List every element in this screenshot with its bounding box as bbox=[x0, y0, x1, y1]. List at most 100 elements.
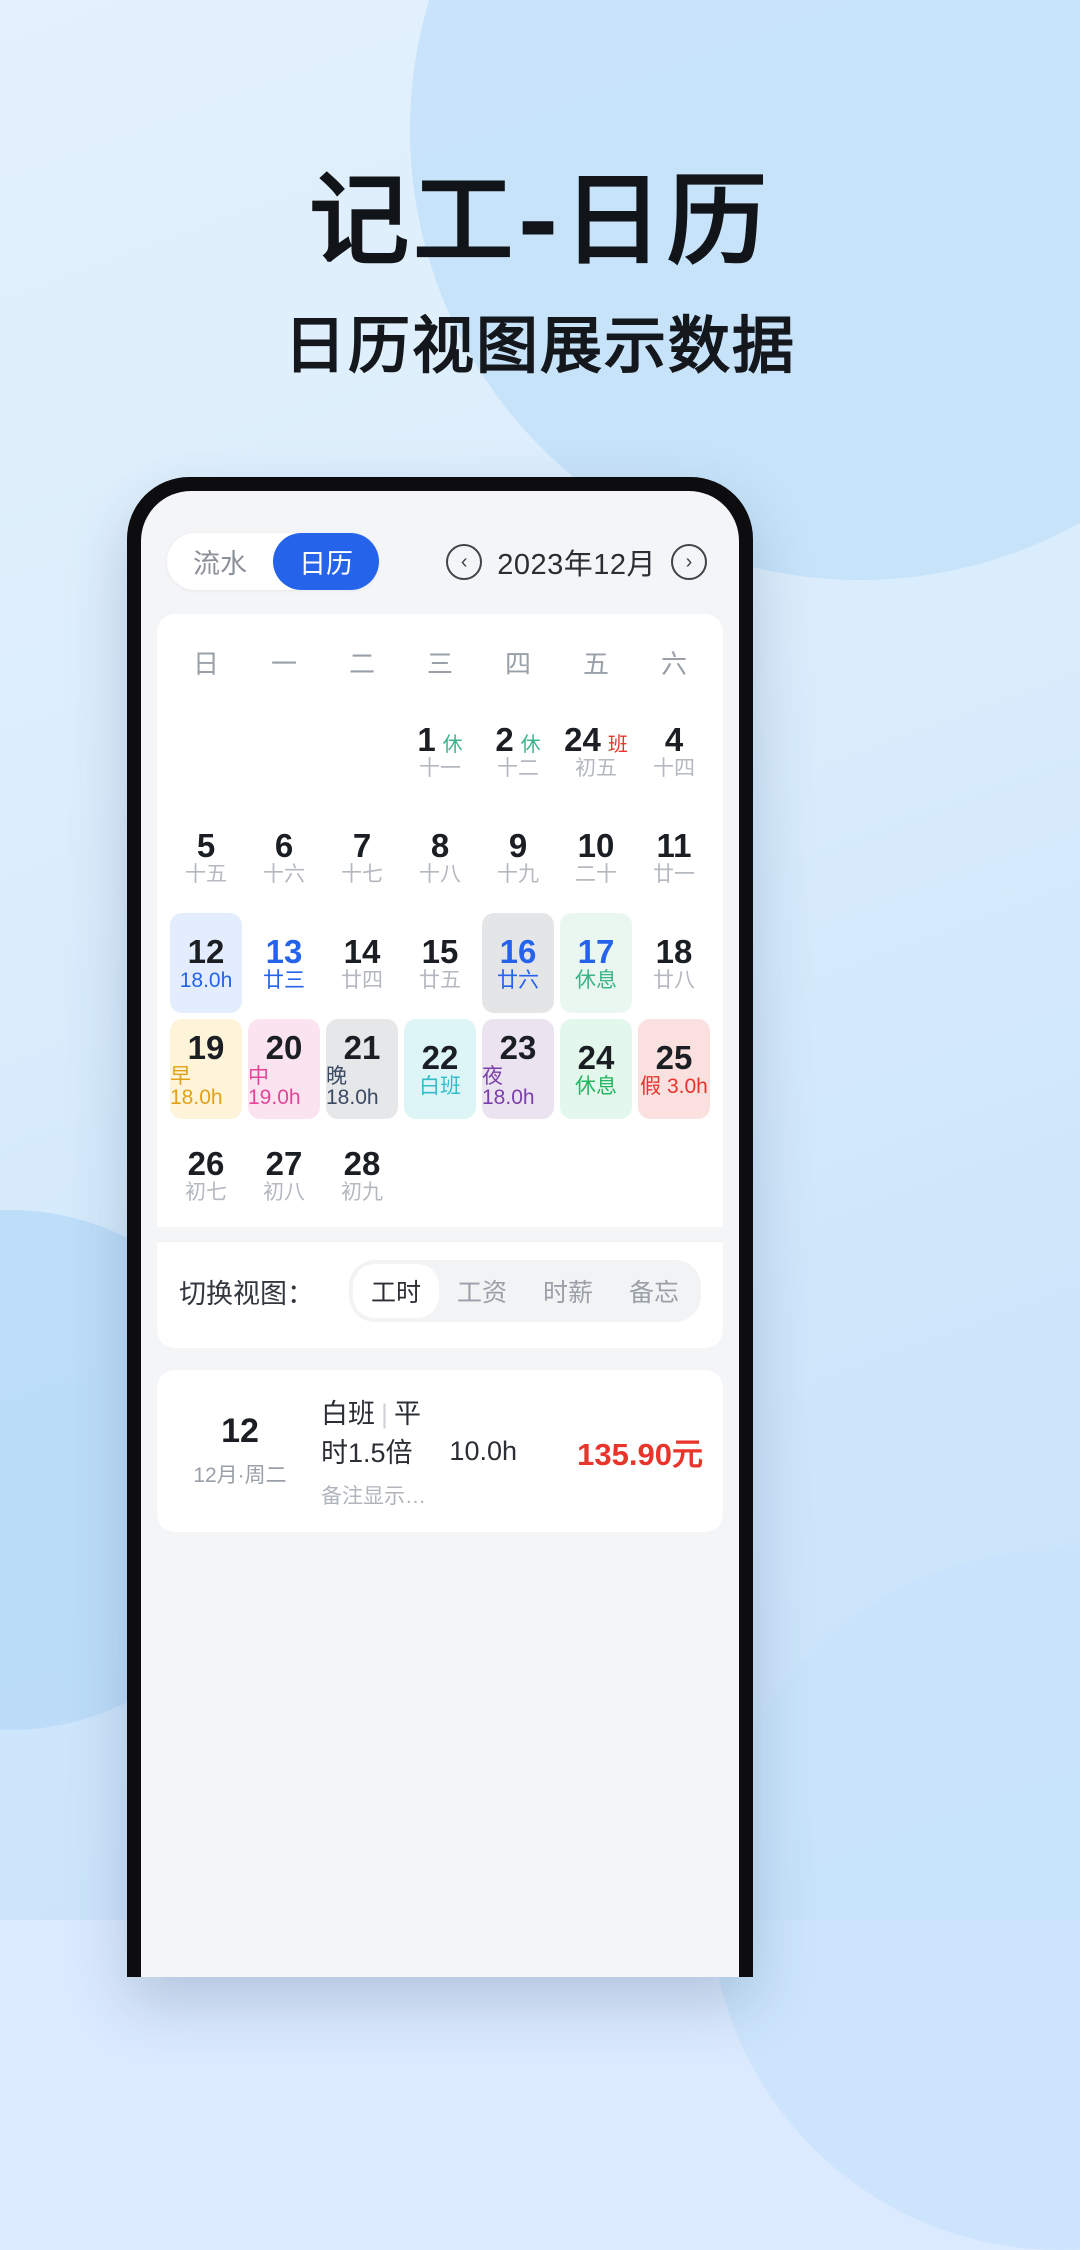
calendar-day-number-line: 7 bbox=[353, 829, 371, 862]
calendar-week-row: 1 休十一 2 休十二 24 班初五 4 十四 bbox=[167, 699, 713, 803]
calendar-day-cell[interactable]: 17 休息 bbox=[560, 913, 632, 1013]
calendar-day-cell[interactable]: 15 廿五 bbox=[404, 913, 476, 1013]
record-title-line: 白班 | 平时1.5倍 bbox=[321, 1392, 431, 1470]
calendar-week-row: 5 十五 6 十六 7 十七 8 十八 9 十九 10 二十 11 廿一 bbox=[167, 805, 713, 909]
calendar-day-number-line: 4 bbox=[665, 723, 683, 756]
calendar-day-number-line: 17 bbox=[578, 935, 615, 968]
calendar-day-number-line: 21 bbox=[344, 1031, 381, 1064]
record-details: 白班|平时1.5倍 备注显示在这里，最多一行... bbox=[321, 1392, 431, 1510]
calendar-day-number: 5 bbox=[196, 827, 216, 864]
calendar-grid[interactable]: 1 休十一 2 休十二 24 班初五 4 十四 5 十五 6 十六 7 十七 8 十八 9 十九 10 二十 11 廿一 1… bbox=[167, 699, 713, 1227]
calendar-day-number: 9 bbox=[508, 827, 528, 864]
calendar-day-number: 13 bbox=[265, 933, 303, 970]
record-day-number: 12 bbox=[221, 1412, 259, 1451]
calendar-day-empty bbox=[638, 1125, 710, 1225]
weekday-cell: 日 bbox=[192, 649, 219, 679]
calendar-day-cell[interactable]: 26 初七 bbox=[170, 1125, 242, 1225]
calendar-day-number: 1 bbox=[417, 721, 436, 758]
calendar-day-cell[interactable]: 24 休息 bbox=[560, 1019, 632, 1119]
calendar-day-number: 27 bbox=[265, 1145, 303, 1182]
calendar-day-number-line: 12 bbox=[188, 935, 225, 968]
calendar-day-sublabel: 廿四 bbox=[341, 969, 383, 992]
calendar-day-empty bbox=[560, 1125, 632, 1225]
calendar-day-cell[interactable]: 10 二十 bbox=[560, 807, 632, 907]
calendar-day-number: 21 bbox=[343, 1028, 381, 1066]
calendar-day-cell[interactable]: 19 早 18.0h bbox=[170, 1019, 242, 1119]
calendar-day-cell[interactable]: 18 廿八 bbox=[638, 913, 710, 1013]
weekday-cell: 六 bbox=[660, 649, 687, 679]
calendar-day-cell[interactable]: 16 廿六 bbox=[482, 913, 554, 1013]
calendar-day-number: 24 bbox=[577, 1039, 615, 1076]
view-switch-option[interactable]: 工时 bbox=[352, 1264, 439, 1318]
record-note: 备注显示在这里，最多一行... bbox=[321, 1485, 431, 1508]
calendar-day-number: 25 bbox=[655, 1039, 693, 1076]
view-switch-card: 切换视图： 工时 工资 时薪 备忘 bbox=[157, 1241, 723, 1348]
calendar-week-row: 26 初七 27 初八 28 初九 bbox=[167, 1123, 713, 1227]
calendar-day-cell[interactable]: 23 夜 18.0h bbox=[482, 1019, 554, 1119]
weekday-cell: 三 bbox=[426, 649, 453, 679]
calendar-day-cell[interactable]: 21 晚 18.0h bbox=[326, 1019, 398, 1119]
calendar-day-number: 24 bbox=[564, 721, 601, 758]
view-switch-option[interactable]: 工资 bbox=[439, 1264, 525, 1318]
calendar-day-cell[interactable]: 8 十八 bbox=[404, 807, 476, 907]
calendar-day-number-line: 9 bbox=[509, 829, 527, 862]
calendar-day-sublabel: 十八 bbox=[419, 863, 461, 886]
calendar-day-cell[interactable]: 25 假 3.0h bbox=[638, 1019, 710, 1119]
calendar-day-cell[interactable]: 27 初八 bbox=[248, 1125, 320, 1225]
segment-rili[interactable]: 日历 bbox=[273, 533, 379, 590]
record-shift-name: 白班 bbox=[321, 1399, 375, 1429]
calendar-day-number: 12 bbox=[187, 933, 225, 970]
calendar-day-number-line: 13 bbox=[266, 935, 303, 968]
phone-mockup-frame: 流水 日历 ‹ 2023年12月 › 日一二三四五六 1 休十一 2 休十二 24 班初五… bbox=[127, 477, 753, 1977]
weekday-header-row: 日一二三四五六 bbox=[167, 632, 713, 699]
calendar-day-cell[interactable]: 11 廿一 bbox=[638, 807, 710, 907]
calendar-day-number: 10 bbox=[577, 827, 615, 864]
segment-liushui[interactable]: 流水 bbox=[167, 533, 273, 590]
calendar-day-tag: 班 bbox=[607, 734, 628, 756]
record-day-subtitle: 12月·周二 bbox=[193, 1463, 287, 1487]
calendar-day-sublabel: 中 19.0h bbox=[248, 1064, 301, 1109]
calendar-day-cell[interactable]: 5 十五 bbox=[170, 807, 242, 907]
calendar-day-cell[interactable]: 12 18.0h bbox=[170, 913, 242, 1013]
calendar-day-cell[interactable]: 28 初九 bbox=[326, 1125, 398, 1225]
calendar-day-number-line: 1休 bbox=[417, 723, 462, 756]
weekday-cell: 五 bbox=[582, 649, 609, 679]
calendar-day-sublabel: 早 18.0h bbox=[170, 1064, 223, 1109]
calendar-day-cell[interactable]: 24 班初五 bbox=[560, 701, 632, 801]
view-switch-label: 切换视图： bbox=[179, 1278, 314, 1309]
calendar-day-number-line: 27 bbox=[266, 1147, 303, 1180]
calendar-day-number: 16 bbox=[499, 933, 537, 970]
calendar-day-sublabel: 十六 bbox=[263, 863, 305, 886]
calendar-day-cell[interactable]: 20 中 19.0h bbox=[248, 1019, 320, 1119]
calendar-day-cell[interactable]: 7 十七 bbox=[326, 807, 398, 907]
calendar-day-cell[interactable]: 1 休十一 bbox=[404, 701, 476, 801]
page-title: 记工-日历 bbox=[309, 161, 771, 279]
calendar-day-cell[interactable]: 6 十六 bbox=[248, 807, 320, 907]
chevron-left-circle-icon[interactable]: ‹ bbox=[446, 543, 483, 580]
calendar-day-number: 22 bbox=[421, 1039, 459, 1076]
calendar-day-cell[interactable]: 22 白班 bbox=[404, 1019, 476, 1119]
calendar-day-empty bbox=[404, 1125, 476, 1225]
calendar-day-number: 17 bbox=[577, 933, 615, 970]
phone-screen: 流水 日历 ‹ 2023年12月 › 日一二三四五六 1 休十一 2 休十二 24 班初五… bbox=[141, 491, 739, 1977]
calendar-day-cell[interactable]: 14 廿四 bbox=[326, 913, 398, 1013]
calendar-day-sublabel: 18.0h bbox=[179, 969, 233, 992]
calendar-day-number-line: 25 bbox=[656, 1041, 693, 1074]
chevron-right-circle-icon[interactable]: › bbox=[671, 543, 707, 580]
record-card[interactable]: 12 12月·周二 白班|平时1.5倍 备注显示在这里，最多一行... 10.0… bbox=[157, 1370, 723, 1532]
view-switch-option[interactable]: 备忘 bbox=[611, 1264, 697, 1318]
calendar-day-sublabel: 廿八 bbox=[653, 969, 695, 992]
calendar-day-number-line: 23 bbox=[500, 1031, 537, 1064]
view-switch-group[interactable]: 工时 工资 时薪 备忘 bbox=[348, 1260, 701, 1322]
calendar-day-cell[interactable]: 13 廿三 bbox=[248, 913, 320, 1013]
calendar-day-sublabel: 夜 18.0h bbox=[482, 1064, 535, 1109]
record-amount: 135.90元 bbox=[577, 1436, 703, 1472]
calendar-day-number-line: 10 bbox=[578, 829, 615, 862]
calendar-day-number: 4 bbox=[664, 721, 684, 758]
calendar-day-cell[interactable]: 2 休十二 bbox=[482, 701, 554, 801]
view-switch-option[interactable]: 时薪 bbox=[525, 1264, 611, 1318]
calendar-day-cell[interactable]: 4 十四 bbox=[638, 701, 710, 801]
calendar-week-row: 19 早 18.0h 20 中 19.0h 21 晚 18.0h 22 白班 23 夜 18.0h… bbox=[167, 1017, 713, 1121]
calendar-day-cell[interactable]: 9 十九 bbox=[482, 807, 554, 907]
view-mode-segmented-control[interactable]: 流水 日历 bbox=[167, 533, 379, 590]
